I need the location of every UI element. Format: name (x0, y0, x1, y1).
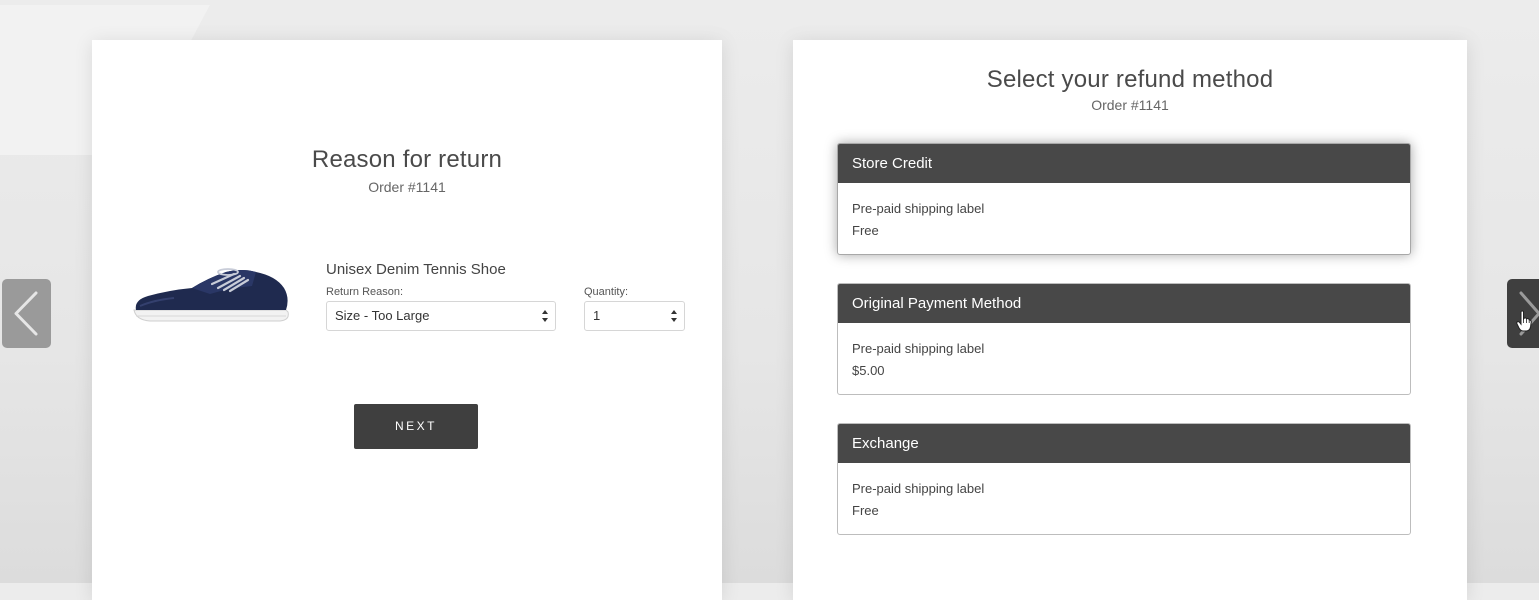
refund-option-store-credit[interactable]: Store Credit Pre-paid shipping label Fre… (837, 143, 1411, 255)
refund-option-title: Store Credit (838, 144, 1410, 183)
return-reason-value: Size - Too Large (335, 308, 430, 323)
refund-option-title: Exchange (838, 424, 1410, 463)
select-arrows-icon (542, 310, 548, 322)
refund-option-shipping: Pre-paid shipping label (852, 341, 985, 356)
sneaker-image (133, 268, 289, 322)
hand-pointer-icon (1516, 310, 1532, 332)
quantity-select[interactable]: 1 (584, 301, 685, 331)
carousel-prev-button[interactable] (2, 279, 51, 348)
quantity-value: 1 (593, 308, 601, 323)
return-reason-panel: Reason for return Order #1141 Unisex Den… (92, 40, 722, 600)
refund-option-original-payment[interactable]: Original Payment Method Pre-paid shippin… (837, 283, 1411, 395)
refund-option-title: Original Payment Method (838, 284, 1410, 323)
refund-option-shipping: Pre-paid shipping label (852, 201, 985, 216)
page-title: Reason for return (311, 146, 503, 173)
refund-option-exchange[interactable]: Exchange Pre-paid shipping label Free (837, 423, 1411, 535)
product-name: Unisex Denim Tennis Shoe (326, 261, 506, 278)
select-arrows-icon (671, 310, 677, 322)
refund-method-panel: Select your refund method Order #1141 St… (793, 40, 1467, 600)
return-reason-label: Return Reason: (326, 286, 404, 298)
refund-option-price: Free (852, 503, 879, 518)
refund-option-price: Free (852, 223, 879, 238)
next-button[interactable]: NEXT (354, 404, 478, 449)
order-number: Order #1141 (368, 179, 446, 195)
chevron-left-icon (14, 291, 38, 336)
return-reason-select[interactable]: Size - Too Large (326, 301, 556, 331)
refund-option-shipping: Pre-paid shipping label (852, 481, 985, 496)
quantity-label: Quantity: (584, 286, 629, 298)
order-number: Order #1141 (1091, 97, 1169, 113)
refund-option-price: $5.00 (852, 363, 885, 378)
page-title: Select your refund method (986, 66, 1274, 93)
